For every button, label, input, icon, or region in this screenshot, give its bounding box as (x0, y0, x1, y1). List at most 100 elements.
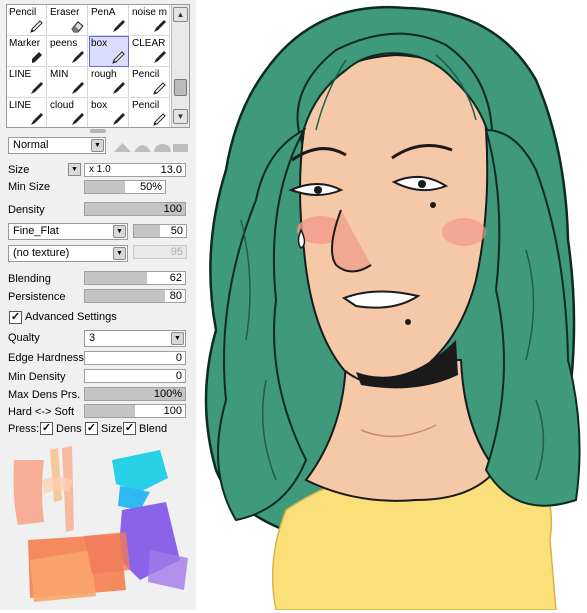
shape-amount-slider[interactable]: 50 (133, 224, 187, 238)
density-label: Density (8, 204, 45, 216)
press-size-checkbox[interactable]: ✓ (85, 422, 98, 435)
persistence-label: Persistence (8, 291, 66, 303)
brush-shape-square-icon[interactable] (172, 141, 189, 153)
brush-cell[interactable]: LINE (7, 67, 47, 98)
texture-select[interactable]: (no texture) ▼ (8, 245, 128, 262)
min-size-slider[interactable]: 50% (84, 180, 166, 194)
brush-cell[interactable]: Pencil (130, 67, 170, 98)
brush-cell[interactable]: Eraser (48, 5, 88, 36)
max-dens-prs-value: 100% (153, 388, 182, 400)
character-portrait (204, 5, 581, 611)
pen-icon (31, 113, 43, 125)
scroll-thumb[interactable] (174, 79, 187, 96)
brush-shape-value: Fine_Flat (13, 225, 59, 237)
texture-value: (no texture) (13, 247, 70, 259)
min-density-slider[interactable]: 0 (84, 369, 186, 383)
shape-amount-value: 50 (170, 225, 183, 237)
panel-splitter[interactable] (90, 129, 106, 133)
brush-cell[interactable]: peens (48, 36, 88, 67)
brush-label: LINE (9, 100, 32, 111)
brush-cell[interactable]: MIN (48, 67, 88, 98)
pencil-icon (112, 51, 125, 64)
brush-shape-sharp-icon[interactable] (113, 141, 132, 153)
pen-icon (31, 82, 43, 94)
slider-fill (134, 225, 160, 237)
pencil-icon (153, 82, 166, 95)
brush-cell[interactable]: box (89, 98, 129, 127)
size-slider[interactable]: x 1.0 13.0 (84, 163, 186, 177)
pen-icon (72, 82, 84, 94)
min-density-value: 0 (175, 370, 182, 382)
slider-fill (85, 405, 135, 417)
hard-soft-value: 100 (163, 405, 182, 417)
brush-cell[interactable]: PenA (89, 5, 129, 36)
hard-soft-slider[interactable]: 100 (84, 404, 186, 418)
pen-icon (113, 20, 125, 32)
brush-cell[interactable]: rough (89, 67, 129, 98)
brush-cell[interactable]: Pencil (7, 5, 47, 36)
brush-cell[interactable]: box (89, 36, 129, 67)
press-dens-label: Dens (56, 423, 82, 435)
quality-label: Qualty (8, 332, 40, 344)
size-label: Size (8, 164, 30, 176)
brush-shape-select[interactable]: Fine_Flat ▼ (8, 223, 128, 240)
quality-select[interactable]: 3 ▼ (84, 330, 186, 347)
brush-label: Pencil (9, 7, 37, 18)
pen-icon (154, 20, 166, 32)
brush-label: PenA (91, 7, 116, 18)
press-dens-checkbox[interactable]: ✓ (40, 422, 53, 435)
pen-icon (154, 51, 166, 63)
pen-icon (113, 113, 125, 125)
drawing-canvas[interactable] (196, 0, 587, 611)
pen-icon (72, 113, 84, 125)
pen-icon (72, 51, 84, 63)
max-dens-prs-slider[interactable]: 100% (84, 387, 186, 401)
quality-value: 3 (89, 332, 96, 344)
brush-shape-round-icon[interactable] (133, 141, 152, 153)
brush-cell[interactable]: noise m (130, 5, 170, 36)
press-blend-checkbox[interactable]: ✓ (123, 422, 136, 435)
brush-grid-scrollbar[interactable]: ▲ ▼ (171, 5, 189, 127)
size-value: 13.0 (160, 164, 182, 176)
eraser-icon (71, 21, 84, 33)
slider-fill (85, 181, 125, 193)
press-blend-label: Blend (139, 423, 168, 435)
max-dens-prs-label: Max Dens Prs. (8, 389, 81, 401)
scroll-down-button[interactable]: ▼ (173, 109, 188, 124)
brush-shape-soft-icon[interactable] (153, 141, 172, 153)
tool-panel: Pencil Eraser PenA noise m Marker peens box CLE… (0, 0, 196, 610)
chevron-down-icon: ▼ (91, 139, 104, 152)
brush-label: LINE (9, 69, 32, 80)
press-size-label: Size (101, 423, 123, 435)
chevron-down-icon: ▼ (171, 332, 184, 345)
brush-label: CLEAR (132, 38, 166, 49)
brush-label: Marker (9, 38, 41, 49)
brush-cell[interactable]: LINE (7, 98, 47, 127)
edge-hardness-slider[interactable]: 0 (84, 351, 186, 365)
brush-cell[interactable]: Pencil (130, 98, 170, 127)
brush-grid: Pencil Eraser PenA noise m Marker peens box CLE… (6, 4, 190, 128)
brush-cell[interactable]: CLEAR (130, 36, 170, 67)
marker-icon (32, 52, 42, 63)
brush-cell[interactable]: cloud (48, 98, 88, 127)
brush-label: Pencil (132, 100, 160, 111)
min-density-label: Min Density (8, 371, 66, 383)
edge-hardness-value: 0 (175, 352, 182, 364)
blending-value: 62 (169, 272, 182, 284)
hard-soft-label: Hard <-> Soft (8, 406, 75, 418)
size-mode-dropdown[interactable]: ▼ (68, 163, 81, 176)
persistence-slider[interactable]: 80 (84, 289, 186, 303)
brush-label: noise m (132, 7, 168, 18)
blending-slider[interactable]: 62 (84, 271, 186, 285)
density-slider[interactable]: 100 (84, 202, 186, 216)
color-scratchpad[interactable] (0, 440, 196, 610)
blending-label: Blending (8, 273, 51, 285)
brush-cell[interactable]: Marker (7, 36, 47, 67)
advanced-settings-checkbox[interactable]: ✓ (9, 311, 22, 324)
scroll-up-button[interactable]: ▲ (173, 7, 188, 22)
pencil-icon (153, 113, 166, 126)
brush-label: Pencil (132, 69, 160, 80)
slider-fill (85, 290, 165, 302)
edge-hardness-label: Edge Hardness (8, 352, 84, 364)
blend-mode-select[interactable]: Normal ▼ (8, 137, 106, 154)
